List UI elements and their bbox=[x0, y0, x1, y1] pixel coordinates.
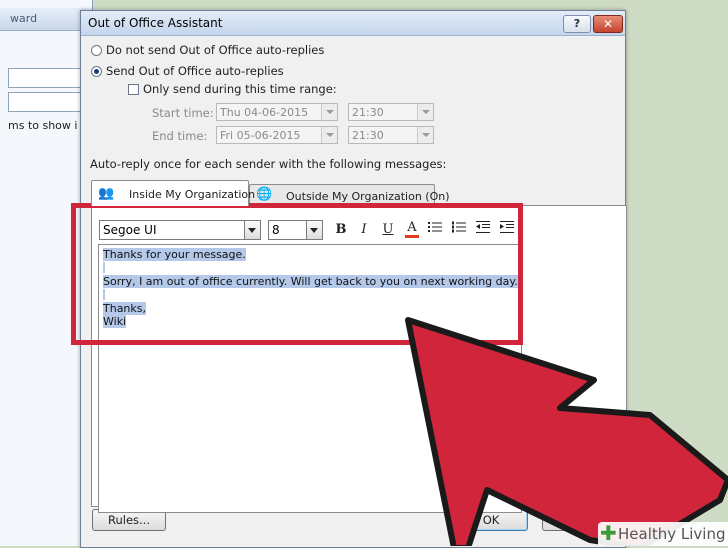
tab-inside-label: Inside My Organization bbox=[129, 188, 256, 201]
autoreply-label: Auto-reply once for each sender with the… bbox=[90, 157, 447, 171]
start-time-label: Start time: bbox=[152, 106, 214, 120]
radio-do-not-send[interactable] bbox=[91, 45, 102, 56]
globe-icon: 🌐 bbox=[256, 187, 273, 202]
radio-send-label[interactable]: Send Out of Office auto-replies bbox=[106, 64, 284, 78]
healthy-living-plus-icon: ✚ bbox=[600, 521, 617, 545]
only-send-range-label[interactable]: Only send during this time range: bbox=[143, 82, 337, 96]
end-time-label: End time: bbox=[152, 129, 208, 143]
radio-send[interactable] bbox=[91, 66, 102, 77]
start-time-value: 21:30 bbox=[352, 106, 384, 119]
chevron-down-icon[interactable] bbox=[417, 127, 433, 143]
end-time-value: 21:30 bbox=[352, 129, 384, 142]
end-date-combo[interactable]: Fri 05-06-2015 bbox=[216, 126, 338, 144]
background-items-text: ms to show i bbox=[8, 119, 78, 132]
dialog-title: Out of Office Assistant bbox=[88, 16, 223, 30]
help-button[interactable]: ? bbox=[563, 15, 591, 33]
start-date-combo[interactable]: Thu 04-06-2015 bbox=[216, 103, 338, 121]
tab-inside-organization[interactable]: 👥 Inside My Organization bbox=[91, 180, 255, 206]
end-date-value: Fri 05-06-2015 bbox=[220, 129, 301, 142]
watermark-text: Healthy Living bbox=[618, 525, 726, 543]
dialog-titlebar[interactable]: Out of Office Assistant ? ✕ bbox=[81, 11, 625, 36]
chevron-down-icon[interactable] bbox=[321, 104, 337, 120]
start-time-combo[interactable]: 21:30 bbox=[348, 103, 434, 121]
chevron-down-icon[interactable] bbox=[417, 104, 433, 120]
background-toolbar-text: ward bbox=[10, 12, 38, 25]
only-send-range-checkbox[interactable] bbox=[128, 84, 139, 95]
end-time-combo[interactable]: 21:30 bbox=[348, 126, 434, 144]
chevron-down-icon[interactable] bbox=[321, 127, 337, 143]
close-button[interactable]: ✕ bbox=[593, 15, 623, 33]
radio-do-not-send-label[interactable]: Do not send Out of Office auto-replies bbox=[106, 43, 324, 57]
start-date-value: Thu 04-06-2015 bbox=[220, 106, 309, 119]
desktop-background bbox=[632, 0, 728, 546]
tab-outside-label: Outside My Organization (On) bbox=[286, 190, 450, 203]
people-icon: 👥 bbox=[98, 186, 115, 201]
annotation-highlight-box bbox=[71, 203, 523, 345]
